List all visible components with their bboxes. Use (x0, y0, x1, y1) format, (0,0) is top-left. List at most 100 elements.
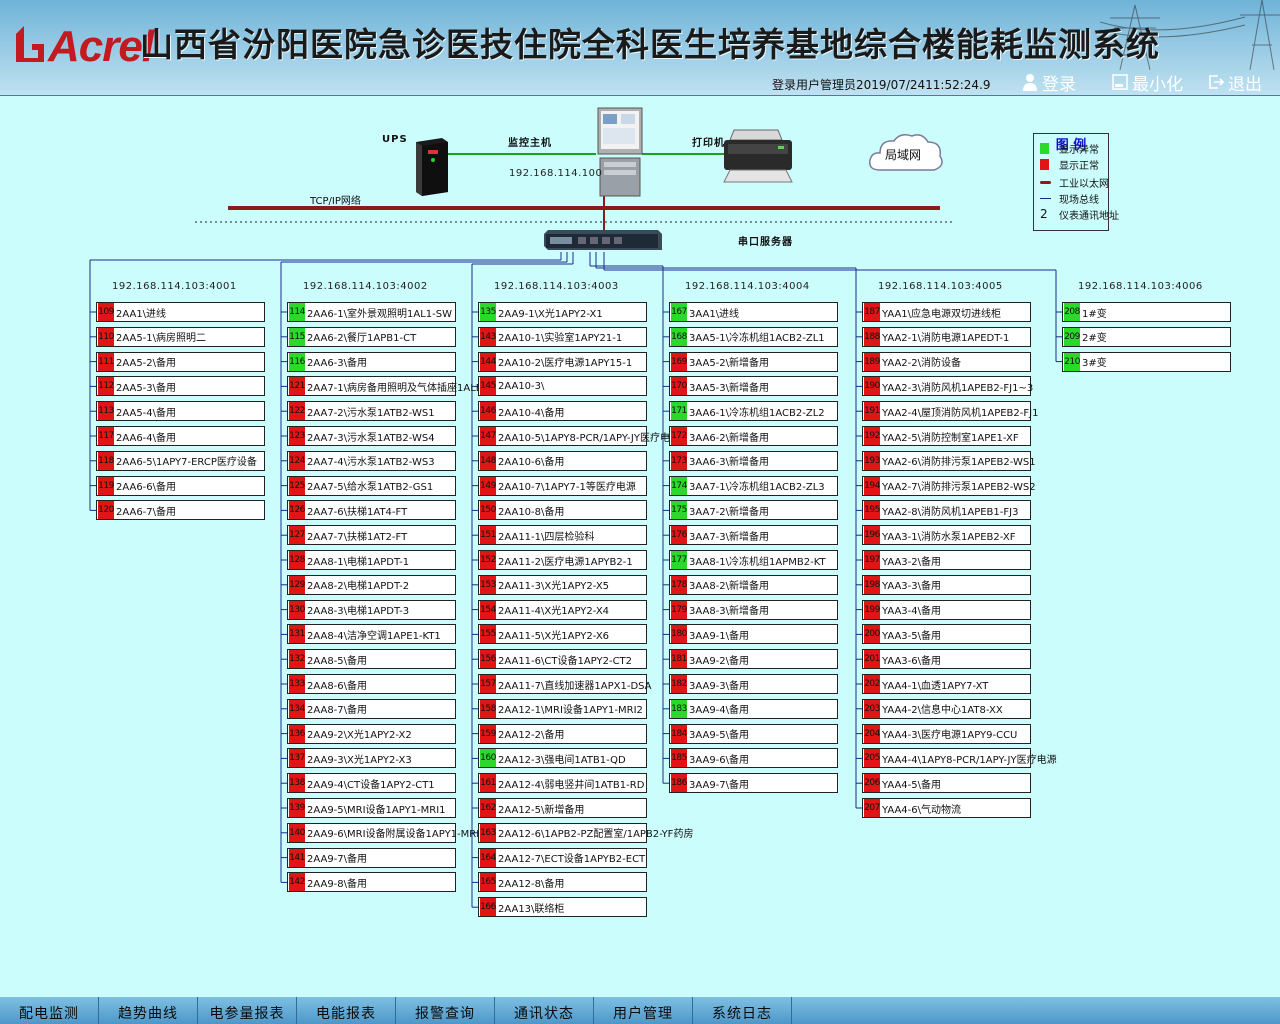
device-row[interactable]: 109 2AA1\进线 (96, 302, 265, 322)
device-row[interactable]: 112 2AA5-3\备用 (96, 376, 265, 397)
device-row[interactable]: 204 YAA4-3\医疗电源1APY9-CCU (862, 723, 1031, 744)
device-row[interactable]: 172 3AA6-2\新增备用 (669, 426, 838, 446)
device-row[interactable]: 122 2AA7-2\污水泵1ATB2-WS1 (287, 401, 456, 422)
device-row[interactable]: 197 YAA3-2\备用 (862, 550, 1031, 570)
device-row[interactable]: 185 3AA9-6\备用 (669, 748, 838, 769)
device-row[interactable]: 153 2AA11-3\X光1APY2-X5 (478, 574, 647, 595)
device-row[interactable]: 157 2AA11-7\直线加速器1APX1-DSA (478, 674, 652, 694)
device-row[interactable]: 195 YAA2-8\消防风机1APEB1-FJ3 (862, 500, 1031, 521)
device-row[interactable]: 142 2AA9-8\备用 (287, 872, 456, 893)
device-row[interactable]: 198 YAA3-3\备用 (862, 574, 1031, 595)
device-row[interactable]: 128 2AA8-1\电梯1APDT-1 (287, 550, 456, 570)
tab-7[interactable]: 系统日志 (693, 997, 792, 1024)
device-row[interactable]: 156 2AA11-6\CT设备1APY2-CT2 (478, 649, 647, 670)
device-row[interactable]: 168 3AA5-1\冷冻机组1ACB2-ZL1 (669, 326, 838, 347)
device-row[interactable]: 124 2AA7-4\污水泵1ATB2-WS3 (287, 450, 456, 471)
device-row[interactable]: 175 3AA7-2\新增备用 (669, 500, 838, 521)
device-row[interactable]: 165 2AA12-8\备用 (478, 872, 647, 893)
device-row[interactable]: 123 2AA7-3\污水泵1ATB2-WS4 (287, 426, 456, 446)
device-row[interactable]: 147 2AA10-5\1APY8-PCR/1APY-JY医疗电源 (478, 426, 680, 446)
device-row[interactable]: 194 YAA2-7\消防排污泵1APEB2-WS2 (862, 475, 1036, 496)
device-row[interactable]: 167 3AA1\进线 (669, 302, 838, 322)
device-row[interactable]: 203 YAA4-2\信息中心1AT8-XX (862, 698, 1031, 719)
device-row[interactable]: 183 3AA9-4\备用 (669, 698, 838, 719)
device-row[interactable]: 133 2AA8-6\备用 (287, 674, 456, 694)
device-row[interactable]: 134 2AA8-7\备用 (287, 698, 456, 719)
device-row[interactable]: 118 2AA6-5\1APY7-ERCP医疗设备 (96, 450, 265, 471)
minimize-button[interactable]: 最小化 (1112, 70, 1183, 95)
device-row[interactable]: 196 YAA3-1\消防水泵1APEB2-XF (862, 525, 1031, 546)
device-row[interactable]: 209 2#变 (1062, 326, 1231, 347)
tab-4[interactable]: 报警查询 (396, 997, 495, 1024)
device-row[interactable]: 191 YAA2-4\屋顶消防风机1APEB2-FJ1 (862, 401, 1038, 422)
device-row[interactable]: 174 3AA7-1\冷冻机组1ACB2-ZL3 (669, 475, 838, 496)
device-row[interactable]: 139 2AA9-5\MRI设备1APY1-MRI1 (287, 798, 456, 818)
device-row[interactable]: 136 2AA9-2\X光1APY2-X2 (287, 723, 456, 744)
device-row[interactable]: 132 2AA8-5\备用 (287, 649, 456, 670)
exit-button[interactable]: 退出 (1208, 70, 1262, 95)
device-row[interactable]: 141 2AA9-7\备用 (287, 847, 456, 868)
device-row[interactable]: 193 YAA2-6\消防排污泵1APEB2-WS1 (862, 450, 1036, 471)
device-row[interactable]: 192 YAA2-5\消防控制室1APE1-XF (862, 426, 1031, 446)
device-row[interactable]: 129 2AA8-2\电梯1APDT-2 (287, 574, 456, 595)
device-row[interactable]: 181 3AA9-2\备用 (669, 649, 838, 670)
tab-0[interactable]: 配电监测 (0, 997, 99, 1024)
device-row[interactable]: 126 2AA7-6\扶梯1AT4-FT (287, 500, 456, 521)
device-row[interactable]: 145 2AA10-3\ (478, 376, 647, 397)
device-row[interactable]: 135 2AA9-1\X光1APY2-X1 (478, 302, 647, 322)
device-row[interactable]: 146 2AA10-4\备用 (478, 401, 647, 422)
device-row[interactable]: 164 2AA12-7\ECT设备1APYB2-ECT (478, 847, 647, 868)
device-row[interactable]: 162 2AA12-5\新增备用 (478, 798, 647, 818)
device-row[interactable]: 115 2AA6-2\餐厅1APB1-CT (287, 326, 456, 347)
device-row[interactable]: 189 YAA2-2\消防设备 (862, 351, 1031, 372)
device-row[interactable]: 208 1#变 (1062, 302, 1231, 322)
device-row[interactable]: 110 2AA5-1\病房照明二 (96, 326, 265, 347)
device-row[interactable]: 186 3AA9-7\备用 (669, 773, 838, 794)
device-row[interactable]: 121 2AA7-1\病房备用照明及气体插座1ALE2-1 (287, 376, 498, 397)
device-row[interactable]: 184 3AA9-5\备用 (669, 723, 838, 744)
device-row[interactable]: 199 YAA3-4\备用 (862, 599, 1031, 620)
device-row[interactable]: 111 2AA5-2\备用 (96, 351, 265, 372)
device-row[interactable]: 150 2AA10-8\备用 (478, 500, 647, 521)
device-row[interactable]: 201 YAA3-6\备用 (862, 649, 1031, 670)
device-row[interactable]: 202 YAA4-1\血透1APY7-XT (862, 674, 1031, 694)
device-row[interactable]: 166 2AA13\联络柜 (478, 897, 647, 918)
device-row[interactable]: 148 2AA10-6\备用 (478, 450, 647, 471)
device-row[interactable]: 160 2AA12-3\强电间1ATB1-QD (478, 748, 647, 769)
device-row[interactable]: 140 2AA9-6\MRI设备附属设备1APY1-MRI (287, 822, 479, 843)
device-row[interactable]: 163 2AA12-6\1APB2-PZ配置室/1APB2-YF药房 (478, 822, 693, 843)
device-row[interactable]: 143 2AA10-1\实验室1APY21-1 (478, 326, 647, 347)
device-row[interactable]: 170 3AA5-3\新增备用 (669, 376, 838, 397)
device-row[interactable]: 169 3AA5-2\新增备用 (669, 351, 838, 372)
device-row[interactable]: 205 YAA4-4\1APY8-PCR/1APY-JY医疗电源 (862, 748, 1057, 769)
device-row[interactable]: 155 2AA11-5\X光1APY2-X6 (478, 624, 647, 645)
device-row[interactable]: 180 3AA9-1\备用 (669, 624, 838, 645)
device-row[interactable]: 178 3AA8-2\新增备用 (669, 574, 838, 595)
device-row[interactable]: 187 YAA1\应急电源双切进线柜 (862, 302, 1031, 322)
device-row[interactable]: 152 2AA11-2\医疗电源1APYB2-1 (478, 550, 647, 570)
device-row[interactable]: 177 3AA8-1\冷冻机组1APMB2-KT (669, 550, 838, 570)
device-row[interactable]: 182 3AA9-3\备用 (669, 674, 838, 694)
device-row[interactable]: 138 2AA9-4\CT设备1APY2-CT1 (287, 773, 456, 794)
device-row[interactable]: 144 2AA10-2\医疗电源1APY15-1 (478, 351, 647, 372)
device-row[interactable]: 114 2AA6-1\室外景观照明1AL1-SW (287, 302, 456, 322)
login-button[interactable]: 登录 (1022, 70, 1076, 95)
device-row[interactable]: 137 2AA9-3\X光1APY2-X3 (287, 748, 456, 769)
device-row[interactable]: 116 2AA6-3\备用 (287, 351, 456, 372)
tab-1[interactable]: 趋势曲线 (99, 997, 198, 1024)
device-row[interactable]: 188 YAA2-1\消防电源1APEDT-1 (862, 326, 1031, 347)
device-row[interactable]: 149 2AA10-7\1APY7-1等医疗电源 (478, 475, 647, 496)
device-row[interactable]: 161 2AA12-4\弱电竖井间1ATB1-RD (478, 773, 647, 794)
device-row[interactable]: 158 2AA12-1\MRI设备1APY1-MRI2 (478, 698, 647, 719)
device-row[interactable]: 171 3AA6-1\冷冻机组1ACB2-ZL2 (669, 401, 838, 422)
device-row[interactable]: 173 3AA6-3\新增备用 (669, 450, 838, 471)
device-row[interactable]: 179 3AA8-3\新增备用 (669, 599, 838, 620)
device-row[interactable]: 127 2AA7-7\扶梯1AT2-FT (287, 525, 456, 546)
device-row[interactable]: 119 2AA6-6\备用 (96, 475, 265, 496)
device-row[interactable]: 120 2AA6-7\备用 (96, 500, 265, 521)
device-row[interactable]: 131 2AA8-4\洁净空调1APE1-KT1 (287, 624, 456, 645)
device-row[interactable]: 207 YAA4-6\气动物流 (862, 798, 1031, 818)
device-row[interactable]: 210 3#变 (1062, 351, 1231, 372)
device-row[interactable]: 190 YAA2-3\消防风机1APEB2-FJ1~3 (862, 376, 1033, 397)
device-row[interactable]: 125 2AA7-5\给水泵1ATB2-GS1 (287, 475, 456, 496)
